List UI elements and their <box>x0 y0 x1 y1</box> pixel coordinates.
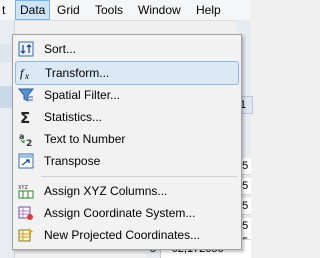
menu-separator <box>41 176 237 177</box>
menu-item-label: Statistics... <box>44 110 103 124</box>
filter-icon <box>17 87 35 103</box>
menu-item-label: Spatial Filter... <box>44 88 121 102</box>
svg-text:XYZ: XYZ <box>18 185 28 191</box>
menu-item-label: Assign Coordinate System... <box>44 206 196 220</box>
menu-grid[interactable]: Grid <box>53 0 84 20</box>
projected-coordinates-icon <box>18 227 34 243</box>
data-dropdown-menu: Sort... f x Transform... Spatial Filter.… <box>12 34 242 250</box>
menu-item-label: Assign XYZ Columns... <box>44 184 168 198</box>
menu-item-new-projected-coordinates[interactable]: New Projected Coordinates... <box>15 224 237 246</box>
menu-item-sort[interactable]: Sort... <box>15 38 237 60</box>
svg-text:Σ: Σ <box>20 109 30 125</box>
menu-item-assign-coordinate-system[interactable]: Assign Coordinate System... <box>15 202 237 224</box>
svg-text:2: 2 <box>26 139 32 147</box>
menu-tools[interactable]: Tools <box>91 0 127 20</box>
menu-item-label: Text to Number <box>44 132 126 146</box>
function-fx-icon: f x <box>19 65 35 81</box>
menu-window[interactable]: Window <box>134 0 185 20</box>
xyz-columns-icon: XYZ <box>18 183 34 199</box>
menu-item-spatial-filter[interactable]: Spatial Filter... <box>15 84 237 106</box>
menu-item-label: New Projected Coordinates... <box>44 228 201 242</box>
menu-data[interactable]: Data <box>15 0 51 20</box>
menu-item-label: Sort... <box>44 42 77 56</box>
text-to-number-icon: a 2 <box>18 131 34 149</box>
svg-text:a: a <box>19 132 24 141</box>
menu-item-assign-xyz-columns[interactable]: XYZ Assign XYZ Columns... <box>15 180 237 202</box>
menu-help[interactable]: Help <box>192 0 225 20</box>
menu-item-transpose[interactable]: Transpose <box>15 150 237 172</box>
menu-bar: t Data Grid Tools Window Help <box>0 0 251 21</box>
menu-item-text-to-number[interactable]: a 2 Text to Number <box>15 128 237 150</box>
menu-tools-partial[interactable]: t <box>0 0 9 20</box>
menu-item-transform[interactable]: f x Transform... <box>15 61 239 85</box>
menu-item-statistics[interactable]: Σ Statistics... <box>15 106 237 128</box>
sigma-icon: Σ <box>18 109 34 127</box>
transpose-icon <box>18 153 34 169</box>
coordinate-system-icon <box>18 205 34 221</box>
menu-item-label: Transform... <box>45 66 110 80</box>
menu-item-label: Transpose <box>44 154 101 168</box>
sort-icon <box>18 41 34 57</box>
svg-text:x: x <box>24 71 29 81</box>
